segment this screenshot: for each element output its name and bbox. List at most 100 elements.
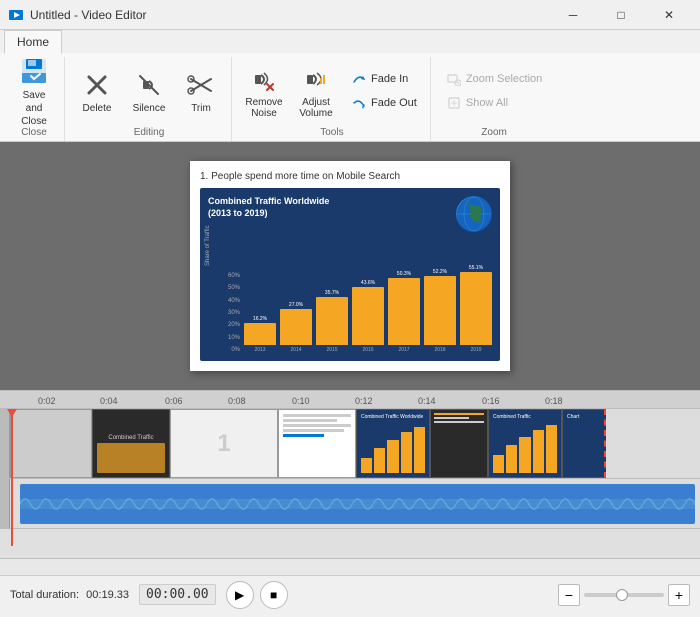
bar-2013: [244, 323, 276, 345]
close-group-label: Close: [10, 125, 58, 141]
tab-home[interactable]: Home: [4, 30, 62, 54]
zoom-slider[interactable]: [584, 593, 664, 597]
bar-group-2017: 50.3% 2017: [388, 271, 420, 353]
ribbon-group-close: Save andClose Close: [4, 57, 65, 141]
bar-2018: [424, 276, 456, 345]
ruler-mark-018: 0:18: [545, 393, 563, 407]
ruler-mark-002: 0:02: [38, 393, 56, 407]
clip-5[interactable]: Combined Traffic Worldwide: [356, 409, 430, 478]
stop-button[interactable]: ■: [260, 581, 288, 609]
clip-4-content: [279, 410, 355, 477]
zoom-selection-button[interactable]: Zoom Selection: [439, 68, 549, 90]
timeline-ruler[interactable]: 0:02 0:04 0:06 0:08 0:10 0:12 0:14 0:16 …: [0, 391, 700, 409]
chart-title: Combined Traffic Worldwide(2013 to 2019): [208, 196, 329, 219]
zoom-out-button[interactable]: −: [558, 584, 580, 606]
fade-out-button[interactable]: Fade Out: [344, 92, 424, 114]
ruler-mark-008: 0:08: [228, 393, 246, 407]
adjust-volume-button[interactable]: AdjustVolume: [292, 59, 340, 123]
window-title: Untitled - Video Editor: [30, 8, 550, 22]
save-and-close-button[interactable]: Save andClose: [10, 59, 58, 123]
app-icon: [8, 7, 24, 23]
ribbon-group-zoom: Zoom Selection Show All Zo: [433, 57, 555, 141]
fade-out-icon: [351, 95, 367, 111]
chart-body: 60%50%40%30%20%10%0% 16.2% 2013 27.0% 20…: [208, 236, 492, 353]
show-all-label: Show All: [466, 97, 508, 109]
chart-title-area: Combined Traffic Worldwide(2013 to 2019): [208, 196, 492, 232]
y-axis-label: Share of Traffic: [205, 225, 211, 266]
video-track[interactable]: Combined Traffic 1: [0, 409, 700, 479]
fade-in-button[interactable]: Fade In: [344, 68, 424, 90]
minimize-button[interactable]: ─: [550, 0, 596, 30]
editing-group-label: Editing: [73, 125, 225, 141]
ruler-marks: 0:02 0:04 0:06 0:08 0:10 0:12 0:14 0:16 …: [10, 391, 700, 408]
clip-2-content: Combined Traffic: [93, 410, 169, 477]
clip-6[interactable]: [430, 409, 488, 478]
clip-8[interactable]: Chart: [562, 409, 606, 478]
save-close-icon: [18, 55, 50, 87]
video-clips: Combined Traffic 1: [10, 409, 700, 478]
fade-in-icon: [351, 71, 367, 87]
bar-2016: [352, 287, 384, 345]
zoom-slider-thumb[interactable]: [616, 589, 628, 601]
ribbon: Home Save andClose: [0, 30, 700, 142]
audio-waveform: [20, 484, 695, 524]
y-axis: 60%50%40%30%20%10%0%: [228, 273, 244, 353]
zoom-selection-label: Zoom Selection: [466, 73, 542, 85]
delete-label: Delete: [83, 103, 112, 114]
preview-area: 1. People spend more time on Mobile Sear…: [0, 142, 700, 390]
bar-group-2016: 43.6% 2016: [352, 280, 384, 353]
audio-track-label: [0, 479, 10, 528]
zoom-group-content: Zoom Selection Show All: [439, 57, 549, 125]
maximize-button[interactable]: □: [598, 0, 644, 30]
delete-icon: [81, 69, 113, 101]
tools-group-content: RemoveNoise AdjustVolume: [240, 57, 424, 125]
bar-2019: [460, 272, 492, 345]
clip-7[interactable]: Combined Traffic: [488, 409, 562, 478]
audio-track[interactable]: [0, 479, 700, 529]
ribbon-group-tools: RemoveNoise AdjustVolume: [234, 57, 431, 141]
ribbon-tabs: Home: [0, 30, 700, 53]
trim-button[interactable]: Trim: [177, 59, 225, 123]
clip-4[interactable]: [278, 409, 356, 478]
duration-prefix: Total duration:: [10, 589, 79, 601]
adjust-volume-icon: [300, 63, 332, 95]
show-all-icon: [446, 95, 462, 111]
ruler-mark-010: 0:10: [292, 393, 310, 407]
transport-controls: ▶ ■: [226, 581, 288, 609]
ribbon-group-editing: Delete Silence: [67, 57, 232, 141]
fade-buttons-col: Fade In Fade Out: [344, 68, 424, 114]
zoom-buttons-col: Zoom Selection Show All: [439, 68, 549, 114]
zoom-selection-icon: [446, 71, 462, 87]
bar-group-2013: 16.2% 2013: [244, 316, 276, 353]
delete-button[interactable]: Delete: [73, 59, 121, 123]
bar-2014: [280, 309, 312, 345]
close-group-content: Save andClose: [10, 57, 58, 125]
empty-track: [0, 529, 700, 559]
zoom-in-button[interactable]: +: [668, 584, 690, 606]
clip-3[interactable]: 1: [170, 409, 278, 478]
footer: Total duration: 00:19.33 00:00.00 ▶ ■ − …: [0, 575, 700, 613]
video-track-label: [0, 409, 10, 478]
timeline-area: 0:02 0:04 0:06 0:08 0:10 0:12 0:14 0:16 …: [0, 390, 700, 575]
silence-icon: [133, 69, 165, 101]
ruler-mark-014: 0:14: [418, 393, 436, 407]
fade-in-label: Fade In: [371, 73, 408, 85]
fade-out-label: Fade Out: [371, 97, 417, 109]
save-close-label: Save andClose: [15, 89, 53, 128]
remove-noise-button[interactable]: RemoveNoise: [240, 59, 288, 123]
slide-preview: 1. People spend more time on Mobile Sear…: [190, 161, 510, 371]
silence-button[interactable]: Silence: [125, 59, 173, 123]
clip-6-content: [431, 410, 487, 477]
zoom-controls: − +: [558, 584, 690, 606]
clip-2[interactable]: Combined Traffic: [92, 409, 170, 478]
clip-5-content: Combined Traffic Worldwide: [357, 410, 429, 477]
ribbon-content: Save andClose Close Delete: [0, 53, 700, 141]
slide-title: 1. People spend more time on Mobile Sear…: [200, 171, 500, 182]
bar-group-2019: 55.1% 2019: [460, 265, 492, 353]
close-button[interactable]: ✕: [646, 0, 692, 30]
play-button[interactable]: ▶: [226, 581, 254, 609]
remove-noise-label: RemoveNoise: [245, 97, 282, 119]
clip-1[interactable]: [10, 409, 92, 478]
bar-group-2015: 35.7% 2015: [316, 290, 348, 353]
show-all-button[interactable]: Show All: [439, 92, 549, 114]
